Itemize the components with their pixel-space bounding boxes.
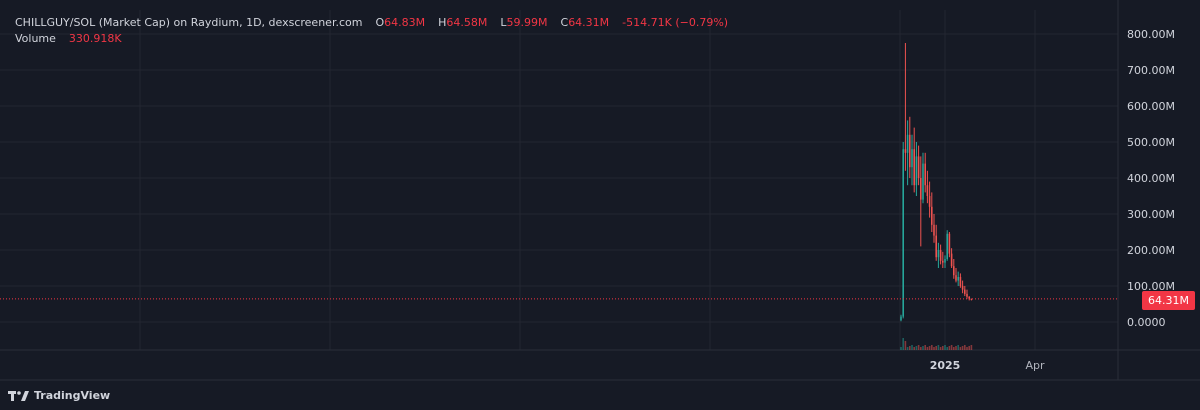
candle-body bbox=[926, 185, 929, 196]
x-tick-label: 2025 bbox=[930, 359, 961, 372]
volume-bar bbox=[904, 341, 907, 350]
volume-bar bbox=[911, 345, 913, 350]
tradingview-logo[interactable]: TradingView bbox=[8, 389, 110, 402]
volume-bar bbox=[924, 345, 926, 350]
grid-lines bbox=[0, 0, 1200, 381]
candle-body bbox=[944, 259, 946, 263]
volume-bar bbox=[922, 346, 924, 350]
candle-body bbox=[959, 277, 962, 286]
open-label: O bbox=[375, 16, 385, 29]
x-tick-label: Apr bbox=[1025, 359, 1045, 372]
y-tick-label: 600.00M bbox=[1127, 100, 1175, 113]
y-tick-label: 300.00M bbox=[1127, 208, 1175, 221]
volume-bar bbox=[964, 345, 966, 350]
price-chart[interactable]: 800.00M 700.00M 600.00M 500.00M 400.00M 300.0… bbox=[0, 0, 1200, 410]
volume-bar bbox=[917, 345, 920, 350]
volume-bar bbox=[946, 347, 948, 350]
y-tick-label: 500.00M bbox=[1127, 136, 1175, 149]
volume-bar bbox=[933, 347, 935, 350]
candle-body bbox=[904, 149, 907, 153]
volume-bar bbox=[913, 347, 915, 350]
candle-body bbox=[928, 196, 931, 207]
open-value: 64.83M bbox=[384, 16, 426, 29]
candle-body bbox=[911, 149, 913, 168]
candle-body bbox=[946, 233, 948, 259]
tradingview-label: TradingView bbox=[34, 389, 111, 402]
y-tick-label: 0.0000 bbox=[1127, 316, 1166, 329]
volume-bars bbox=[900, 338, 973, 350]
volume-bar bbox=[953, 347, 955, 350]
volume-bar bbox=[957, 345, 959, 350]
volume-bar bbox=[942, 346, 944, 350]
high-value: 64.58M bbox=[446, 16, 488, 29]
chart-legend: CHILLGUY/SOL (Market Cap) on Raydium, 1D… bbox=[15, 15, 728, 47]
volume-bar bbox=[970, 345, 973, 350]
last-price-tag: 64.31M bbox=[1142, 291, 1195, 310]
time-axis[interactable]: 2025 Apr bbox=[930, 359, 1045, 372]
volume-bar bbox=[961, 346, 964, 350]
candle-body bbox=[953, 266, 955, 276]
volume-bar bbox=[920, 347, 922, 350]
volume-bar bbox=[948, 346, 951, 350]
close-value: 64.31M bbox=[568, 16, 610, 29]
candle-body bbox=[939, 250, 942, 261]
candle-body bbox=[915, 156, 918, 186]
candle-body bbox=[957, 277, 959, 281]
candle-body bbox=[931, 206, 933, 225]
volume-bar bbox=[944, 345, 946, 350]
volume-bar bbox=[937, 345, 940, 350]
candle-body bbox=[966, 293, 968, 297]
candle-body bbox=[900, 316, 902, 321]
volume-bar bbox=[906, 347, 909, 350]
volume-bar bbox=[902, 338, 904, 350]
volume-bar bbox=[909, 346, 911, 350]
volume-bar bbox=[955, 346, 957, 350]
candle-body bbox=[924, 163, 926, 186]
candle-body bbox=[909, 134, 911, 168]
volume-bar bbox=[915, 346, 918, 350]
candle-body bbox=[935, 235, 937, 258]
candle-body bbox=[950, 253, 953, 267]
candles bbox=[900, 43, 973, 322]
chart-container[interactable]: 800.00M 700.00M 600.00M 500.00M 400.00M 300.0… bbox=[0, 0, 1200, 410]
candle-body bbox=[933, 224, 935, 236]
candle-body bbox=[948, 233, 951, 254]
candle-body bbox=[964, 289, 966, 294]
volume-bar bbox=[950, 345, 953, 350]
volume-label: Volume bbox=[15, 32, 56, 45]
candle-body bbox=[970, 298, 973, 300]
volume-value: 330.918K bbox=[68, 32, 122, 45]
candle-body bbox=[906, 134, 909, 153]
candle-body bbox=[902, 149, 904, 317]
candle-body bbox=[922, 163, 924, 200]
volume-bar bbox=[926, 347, 929, 350]
candle-body bbox=[913, 149, 915, 186]
price-axis[interactable]: 800.00M 700.00M 600.00M 500.00M 400.00M 300.0… bbox=[1127, 28, 1175, 329]
volume-bar bbox=[931, 345, 933, 350]
volume-bar bbox=[900, 347, 902, 350]
candle-body bbox=[937, 250, 940, 258]
volume-bar bbox=[966, 347, 968, 350]
candle-body bbox=[961, 286, 964, 290]
low-value: 59.99M bbox=[506, 16, 548, 29]
y-tick-label: 400.00M bbox=[1127, 172, 1175, 185]
candle-body bbox=[917, 156, 920, 178]
tradingview-icon bbox=[8, 390, 29, 401]
y-tick-label: 800.00M bbox=[1127, 28, 1175, 41]
candle-body bbox=[920, 178, 922, 200]
change-value: -514.71K (−0.79%) bbox=[622, 16, 729, 29]
volume-bar bbox=[928, 346, 931, 350]
symbol-title: CHILLGUY/SOL (Market Cap) on Raydium, 1D… bbox=[15, 16, 363, 29]
y-tick-label: 200.00M bbox=[1127, 244, 1175, 257]
volume-bar bbox=[939, 347, 942, 350]
candle-body bbox=[955, 275, 957, 281]
y-tick-label: 700.00M bbox=[1127, 64, 1175, 77]
volume-bar bbox=[968, 346, 970, 350]
volume-bar bbox=[959, 347, 962, 350]
volume-bar bbox=[935, 346, 937, 350]
candle-body bbox=[942, 260, 944, 263]
candle-body bbox=[968, 296, 970, 299]
